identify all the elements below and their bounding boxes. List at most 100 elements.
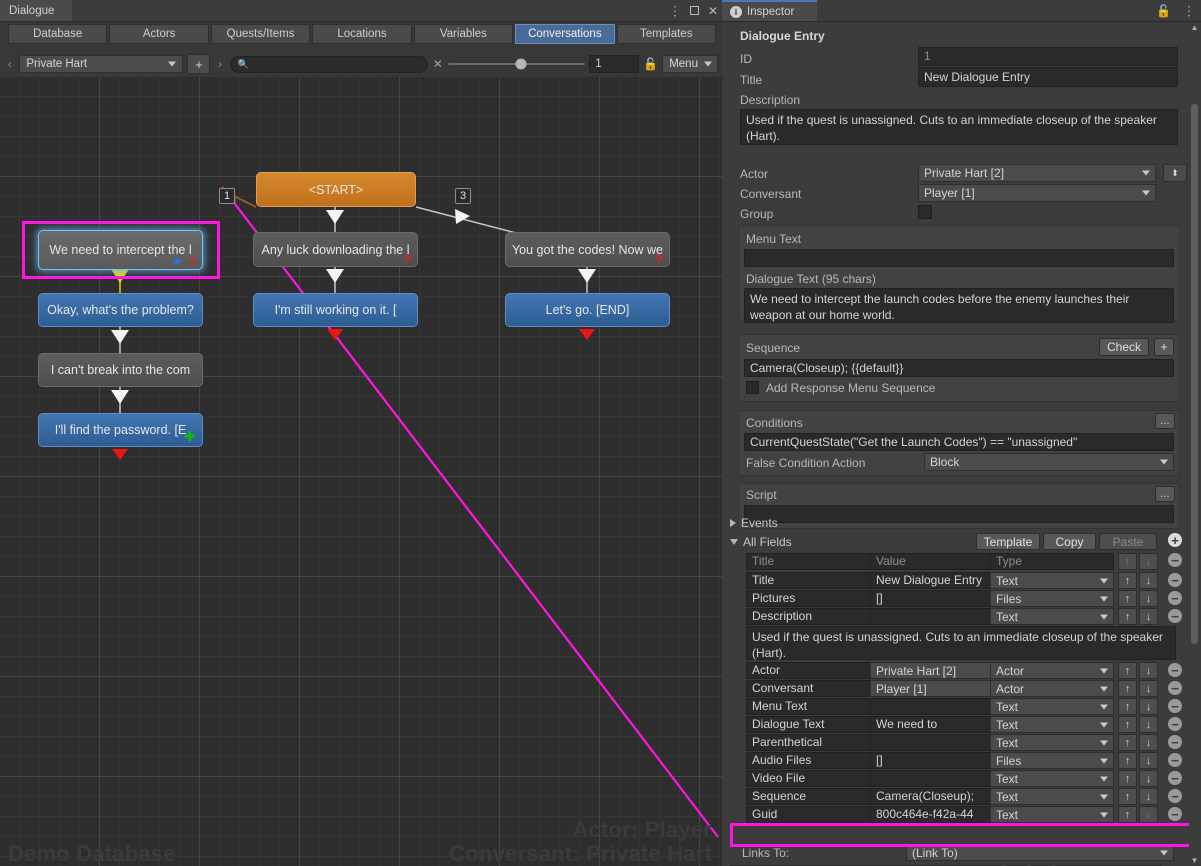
- node-dialogue-entry-8[interactable]: I'll find the password. [E ✚: [38, 413, 203, 447]
- scrollbar-thumb[interactable]: [1191, 104, 1198, 644]
- field-row-title[interactable]: Description: [746, 608, 880, 625]
- inspector-scrollbar[interactable]: ▲ ▼: [1189, 22, 1200, 866]
- maximize-icon[interactable]: [689, 5, 699, 17]
- row-move-up-button[interactable]: ↑: [1118, 662, 1137, 679]
- row-move-down-button[interactable]: ↓: [1139, 752, 1158, 769]
- field-row-value[interactable]: []: [870, 752, 1005, 769]
- kebab-menu-icon[interactable]: ⋮: [1183, 3, 1195, 18]
- row-remove-button[interactable]: −: [1168, 717, 1182, 731]
- field-row-value[interactable]: We need to: [870, 716, 1005, 733]
- node-start[interactable]: <START>: [256, 172, 416, 207]
- row-remove-button[interactable]: −: [1168, 609, 1182, 623]
- conditions-field[interactable]: CurrentQuestState("Get the Launch Codes"…: [744, 433, 1174, 451]
- zoom-slider-knob[interactable]: [515, 58, 526, 70]
- field-row-value[interactable]: [870, 698, 1005, 715]
- sequence-field[interactable]: Camera(Closeup); {{default}}: [744, 359, 1174, 377]
- tab-database[interactable]: Database: [8, 24, 108, 44]
- node-dialogue-entry-6[interactable]: Let's go. [END]: [505, 293, 670, 327]
- field-row-value[interactable]: [870, 734, 1005, 751]
- kebab-menu-icon[interactable]: ⋮: [669, 4, 681, 17]
- clear-search-icon[interactable]: ✕: [432, 57, 443, 71]
- all-fields-foldout[interactable]: All Fields: [730, 535, 792, 549]
- row-move-down-button[interactable]: ↓: [1139, 662, 1158, 679]
- field-row-value[interactable]: []: [870, 590, 1005, 607]
- copy-button[interactable]: Copy: [1043, 533, 1096, 550]
- template-button[interactable]: Template: [976, 533, 1040, 550]
- row-remove-button[interactable]: −: [1168, 573, 1182, 587]
- field-row-title[interactable]: Parenthetical: [746, 734, 880, 751]
- row-move-down-button[interactable]: ↓: [1139, 770, 1158, 787]
- field-row-title[interactable]: Conversant: [746, 680, 880, 697]
- conversation-canvas[interactable]: 1 3 <START> We need to intercept the l ▶…: [0, 77, 722, 866]
- sequence-check-button[interactable]: Check: [1099, 338, 1149, 356]
- row-remove-button[interactable]: −: [1168, 663, 1182, 677]
- add-field-button[interactable]: +: [1168, 533, 1182, 547]
- group-checkbox[interactable]: [918, 205, 932, 219]
- field-row-title[interactable]: Menu Text: [746, 698, 880, 715]
- window-tab-dialogue[interactable]: Dialogue: [0, 0, 72, 21]
- row-move-down-button[interactable]: ↓: [1139, 590, 1158, 607]
- row-move-down-button[interactable]: ↓: [1139, 716, 1158, 733]
- row-move-down-button[interactable]: ↓: [1139, 680, 1158, 697]
- menu-dropdown[interactable]: Menu: [662, 55, 718, 73]
- node-dialogue-entry-3[interactable]: You got the codes! Now we ?: [505, 232, 670, 267]
- field-row-title[interactable]: Dialogue Text: [746, 716, 880, 733]
- events-foldout[interactable]: Events: [730, 516, 778, 530]
- field-row-type[interactable]: Files: [990, 590, 1114, 607]
- actor-dropdown[interactable]: Private Hart [2]: [918, 164, 1156, 182]
- false-condition-action-dropdown[interactable]: Block: [924, 453, 1174, 471]
- row-move-up-button[interactable]: ↑: [1118, 716, 1137, 733]
- tab-conversations[interactable]: Conversations: [515, 24, 615, 44]
- field-row-value[interactable]: Private Hart [2]: [870, 662, 1005, 679]
- links-to-dropdown[interactable]: (Link To): [906, 844, 1174, 861]
- field-row-type[interactable]: Actor: [990, 662, 1114, 679]
- row-move-up-button[interactable]: ↑: [1118, 770, 1137, 787]
- row-remove-button[interactable]: −: [1168, 753, 1182, 767]
- row-remove-button[interactable]: −: [1168, 699, 1182, 713]
- field-row-title[interactable]: Pictures: [746, 590, 880, 607]
- row-remove-button[interactable]: −: [1168, 681, 1182, 695]
- prev-conversation-icon[interactable]: ‹: [4, 57, 15, 71]
- field-row-title[interactable]: Audio Files: [746, 752, 880, 769]
- row-move-up-button[interactable]: ↑: [1118, 752, 1137, 769]
- row-move-up-button[interactable]: ↑: [1118, 734, 1137, 751]
- field-row-type[interactable]: Text: [990, 770, 1114, 787]
- field-row-type[interactable]: Text: [990, 788, 1114, 805]
- node-dialogue-entry-5[interactable]: I'm still working on it. [: [253, 293, 418, 327]
- field-row-title[interactable]: Title: [746, 572, 880, 589]
- lock-icon[interactable]: 🔓: [643, 57, 658, 71]
- dialogue-text-field[interactable]: We need to intercept the launch codes be…: [744, 288, 1174, 323]
- node-dialogue-entry-1[interactable]: We need to intercept the l ▶ ?: [38, 230, 203, 270]
- field-row-title[interactable]: Actor: [746, 662, 880, 679]
- search-box[interactable]: 🔍: [229, 55, 429, 73]
- actor-picker-stepper[interactable]: ⬍: [1163, 164, 1187, 182]
- field-row-title[interactable]: Guid: [746, 806, 880, 823]
- remove-field-button[interactable]: −: [1168, 553, 1182, 567]
- node-dialogue-entry-4[interactable]: Okay, what's the problem?: [38, 293, 203, 327]
- script-more-button[interactable]: ...: [1155, 486, 1175, 502]
- row-move-up-button[interactable]: ↑: [1118, 680, 1137, 697]
- node-dialogue-entry-2[interactable]: Any luck downloading the l ?: [253, 232, 418, 267]
- add-conversation-button[interactable]: +: [187, 54, 211, 74]
- tab-variables[interactable]: Variables: [413, 24, 514, 44]
- row-remove-button[interactable]: −: [1168, 771, 1182, 785]
- field-row-title[interactable]: Sequence: [746, 788, 880, 805]
- field-row-value[interactable]: [870, 608, 1005, 625]
- description-field[interactable]: Used if the quest is unassigned. Cuts to…: [740, 109, 1178, 145]
- field-row-value[interactable]: Camera(Closeup);: [870, 788, 1005, 805]
- conditions-more-button[interactable]: ...: [1155, 413, 1175, 429]
- sequence-add-button[interactable]: +: [1154, 338, 1174, 356]
- row-move-down-button[interactable]: ↓: [1139, 698, 1158, 715]
- conversant-dropdown[interactable]: Player [1]: [918, 184, 1156, 202]
- row-move-up-button[interactable]: ↑: [1118, 590, 1137, 607]
- move-up-button[interactable]: ↑: [1118, 553, 1137, 570]
- field-row-type[interactable]: Files: [990, 752, 1114, 769]
- row-move-up-button[interactable]: ↑: [1118, 698, 1137, 715]
- scroll-up-icon[interactable]: ▲: [1190, 23, 1199, 32]
- paste-button[interactable]: Paste: [1099, 533, 1157, 550]
- close-icon[interactable]: ✕: [708, 5, 718, 17]
- field-row-type[interactable]: Text: [990, 572, 1114, 589]
- field-row-type[interactable]: Actor: [990, 680, 1114, 697]
- tab-templates[interactable]: Templates: [616, 24, 716, 44]
- field-row-type[interactable]: Text: [990, 698, 1114, 715]
